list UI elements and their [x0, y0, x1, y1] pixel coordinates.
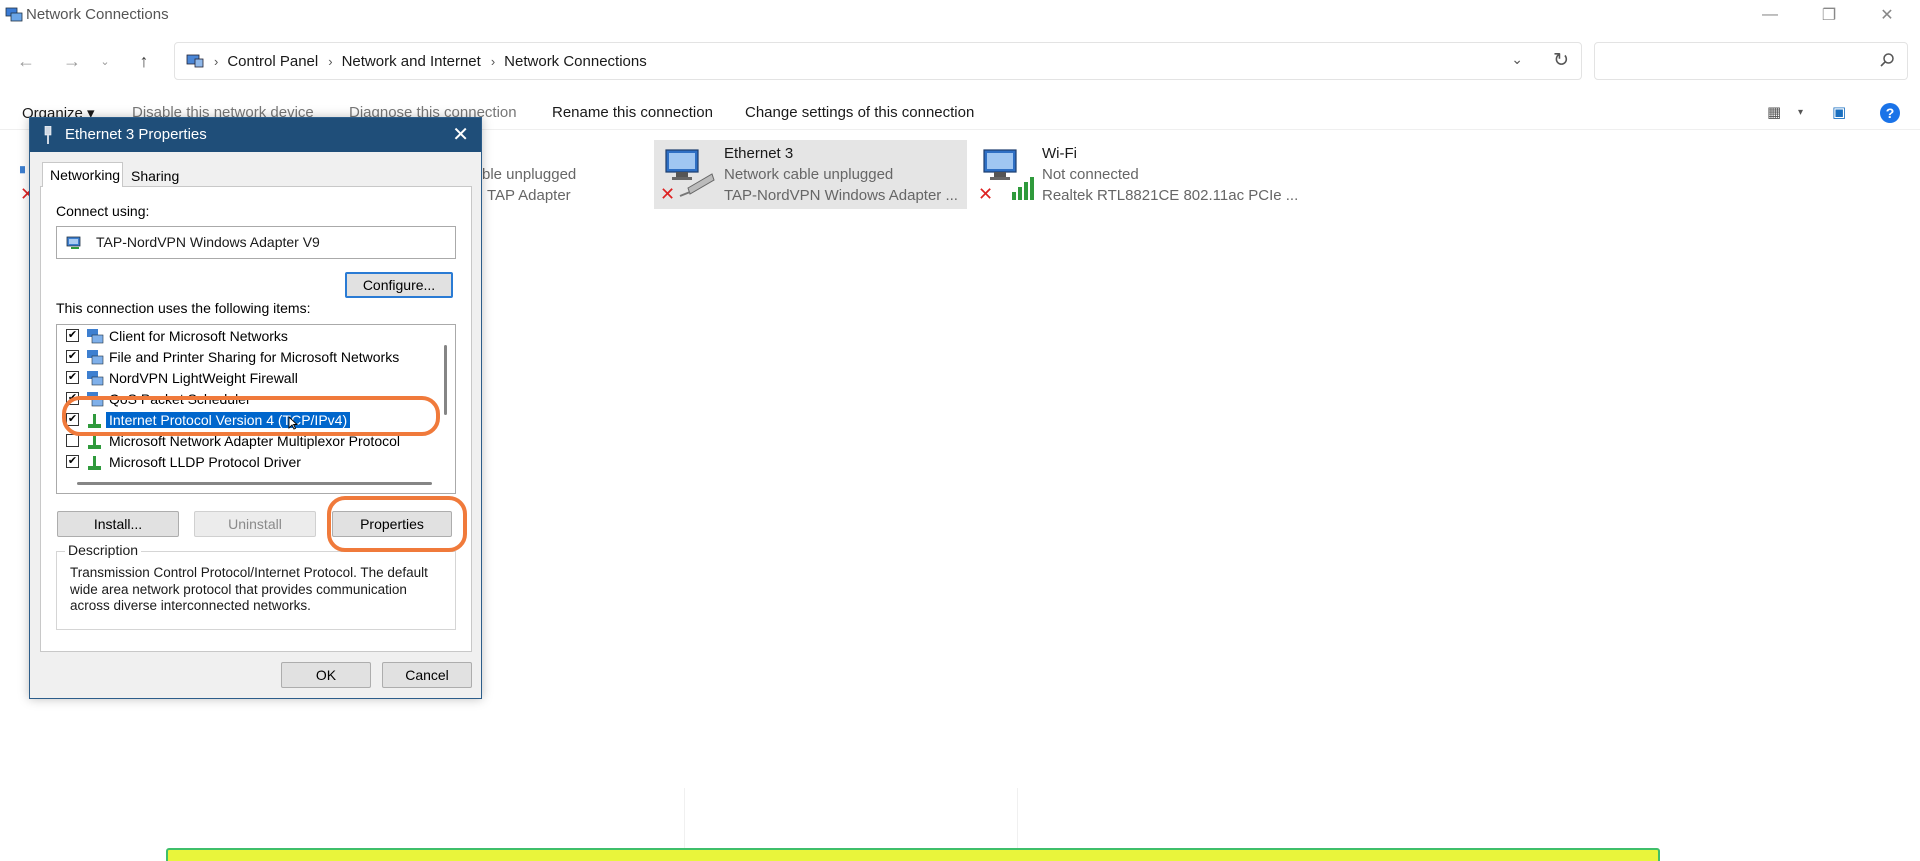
item-label: Client for Microsoft Networks	[109, 328, 288, 344]
list-item[interactable]: ✔ Microsoft LLDP Protocol Driver	[57, 452, 427, 473]
list-item[interactable]: ✔ File and Printer Sharing for Microsoft…	[57, 347, 427, 368]
vertical-scrollbar[interactable]	[444, 345, 447, 415]
disconnected-x-icon: ✕	[978, 184, 994, 204]
item-label: QoS Packet Scheduler	[109, 391, 251, 407]
list-item[interactable]: ✔ NordVPN LightWeight Firewall	[57, 368, 427, 389]
list-item[interactable]: Microsoft Network Adapter Multiplexor Pr…	[57, 431, 427, 452]
network-cable-icon	[44, 126, 52, 144]
item-checkbox[interactable]: ✔	[66, 413, 79, 426]
item-checkbox[interactable]: ✔	[66, 371, 79, 384]
item-checkbox[interactable]: ✔	[66, 392, 79, 405]
protocol-icon	[88, 456, 101, 470]
connection-status: Network cable unplugged	[724, 166, 894, 183]
network-connections-app-icon	[5, 7, 23, 22]
adapter-field: TAP-NordVPN Windows Adapter V9	[56, 226, 456, 259]
address-dropdown-icon[interactable]: ⌄	[1511, 51, 1523, 68]
connection-name: Wi-Fi	[1042, 145, 1077, 162]
horizontal-scrollbar[interactable]	[77, 482, 432, 485]
service-icon	[87, 350, 104, 365]
forward-button[interactable]: →	[58, 48, 86, 74]
refresh-icon[interactable]: ↻	[1553, 49, 1569, 72]
connection-device: TAP-NordVPN Windows Adapter ...	[724, 187, 958, 204]
list-item[interactable]: ✔ Client for Microsoft Networks	[57, 326, 427, 347]
ethernet-properties-dialog: Ethernet 3 Properties ✕ Networking Shari…	[29, 117, 482, 699]
tab-sharing[interactable]: Sharing	[125, 165, 211, 187]
change-settings-button[interactable]: Change settings of this connection	[745, 104, 974, 121]
list-item-selected[interactable]: ✔ Internet Protocol Version 4 (TCP/IPv4)	[57, 410, 427, 431]
connection-tile-ethernet-3[interactable]: ✕ Ethernet 3 Network cable unplugged TAP…	[654, 140, 967, 209]
mouse-cursor-icon	[288, 416, 298, 430]
rename-button[interactable]: Rename this connection	[552, 104, 713, 121]
firewall-icon	[87, 371, 104, 386]
item-label: Microsoft Network Adapter Multiplexor Pr…	[109, 433, 400, 449]
search-input[interactable]	[1594, 42, 1908, 80]
configure-button[interactable]: Configure...	[345, 272, 453, 298]
background-card	[684, 788, 1018, 848]
dialog-title: Ethernet 3 Properties	[65, 126, 207, 143]
item-label: NordVPN LightWeight Firewall	[109, 370, 298, 386]
dialog-title-bar[interactable]: Ethernet 3 Properties ✕	[30, 118, 481, 152]
item-label: Internet Protocol Version 4 (TCP/IPv4)	[106, 412, 351, 428]
description-label: Description	[65, 542, 142, 558]
description-group: Description Transmission Control Protoco…	[56, 542, 456, 630]
help-icon[interactable]: ?	[1880, 103, 1900, 123]
close-window-button[interactable]: ✕	[1858, 0, 1916, 30]
list-item[interactable]: ✔ QoS Packet Scheduler	[57, 389, 427, 410]
breadcrumb-network-and-internet[interactable]: Network and Internet	[342, 53, 481, 70]
tab-networking[interactable]: Networking	[42, 162, 123, 187]
items-label: This connection uses the following items…	[56, 300, 311, 316]
breadcrumb-separator: ›	[328, 53, 333, 69]
breadcrumb-separator: ›	[490, 53, 496, 69]
install-button[interactable]: Install...	[57, 511, 179, 537]
recent-locations-button[interactable]: ⌄	[96, 48, 114, 74]
connection-device: TAP Adapter	[487, 187, 571, 204]
scheduler-icon	[87, 392, 104, 407]
connection-status: Not connected	[1042, 166, 1139, 183]
uninstall-button[interactable]: Uninstall	[194, 511, 316, 537]
search-icon	[1880, 53, 1894, 67]
control-panel-icon	[186, 54, 204, 68]
back-button[interactable]: ←	[12, 48, 40, 74]
client-icon	[87, 329, 104, 344]
connect-using-label: Connect using:	[56, 203, 150, 219]
disconnected-x-icon: ✕	[660, 184, 676, 204]
title-bar: Network Connections — ❐ ✕	[0, 0, 1920, 30]
up-button[interactable]: ↑	[130, 48, 158, 74]
change-view-icon[interactable]: ▦	[1767, 103, 1781, 121]
breadcrumb-network-connections[interactable]: Network Connections	[504, 53, 647, 70]
item-label: Microsoft LLDP Protocol Driver	[109, 454, 301, 470]
minimize-button[interactable]: —	[1741, 0, 1799, 30]
window-title: Network Connections	[26, 6, 169, 23]
description-text: Transmission Control Protocol/Internet P…	[70, 565, 428, 613]
connection-tile-wifi[interactable]: ✕ Wi-Fi Not connected Realtek RTL8821CE …	[972, 140, 1298, 209]
network-adapter-icon	[66, 236, 81, 249]
dialog-close-button[interactable]: ✕	[452, 122, 469, 147]
connection-status: ble unplugged	[482, 166, 577, 183]
item-checkbox[interactable]	[66, 434, 79, 447]
properties-button[interactable]: Properties	[332, 511, 452, 537]
item-checkbox[interactable]: ✔	[66, 329, 79, 342]
item-checkbox[interactable]: ✔	[66, 350, 79, 363]
item-label: File and Printer Sharing for Microsoft N…	[109, 349, 400, 365]
protocol-icon	[88, 414, 101, 428]
restore-button[interactable]: ❐	[1800, 0, 1858, 30]
breadcrumb-separator: ›	[214, 53, 219, 69]
ok-button[interactable]: OK	[281, 662, 371, 688]
adapter-name: TAP-NordVPN Windows Adapter V9	[96, 234, 320, 250]
connection-device: Realtek RTL8821CE 802.11ac PCIe ...	[1042, 187, 1299, 204]
view-options-dropdown-icon[interactable]: ▾	[1798, 107, 1803, 118]
breadcrumb-control-panel[interactable]: Control Panel	[227, 53, 318, 70]
components-list[interactable]: ✔ Client for Microsoft Networks ✔ File a…	[56, 324, 456, 494]
address-bar[interactable]: › Control Panel › Network and Internet ›…	[174, 42, 1582, 80]
connection-name: Ethernet 3	[724, 145, 794, 162]
cancel-button[interactable]: Cancel	[382, 662, 472, 688]
item-checkbox[interactable]: ✔	[66, 455, 79, 468]
preview-pane-icon[interactable]: ▣	[1832, 103, 1846, 121]
protocol-icon	[88, 435, 101, 449]
bottom-banner	[166, 848, 1660, 861]
